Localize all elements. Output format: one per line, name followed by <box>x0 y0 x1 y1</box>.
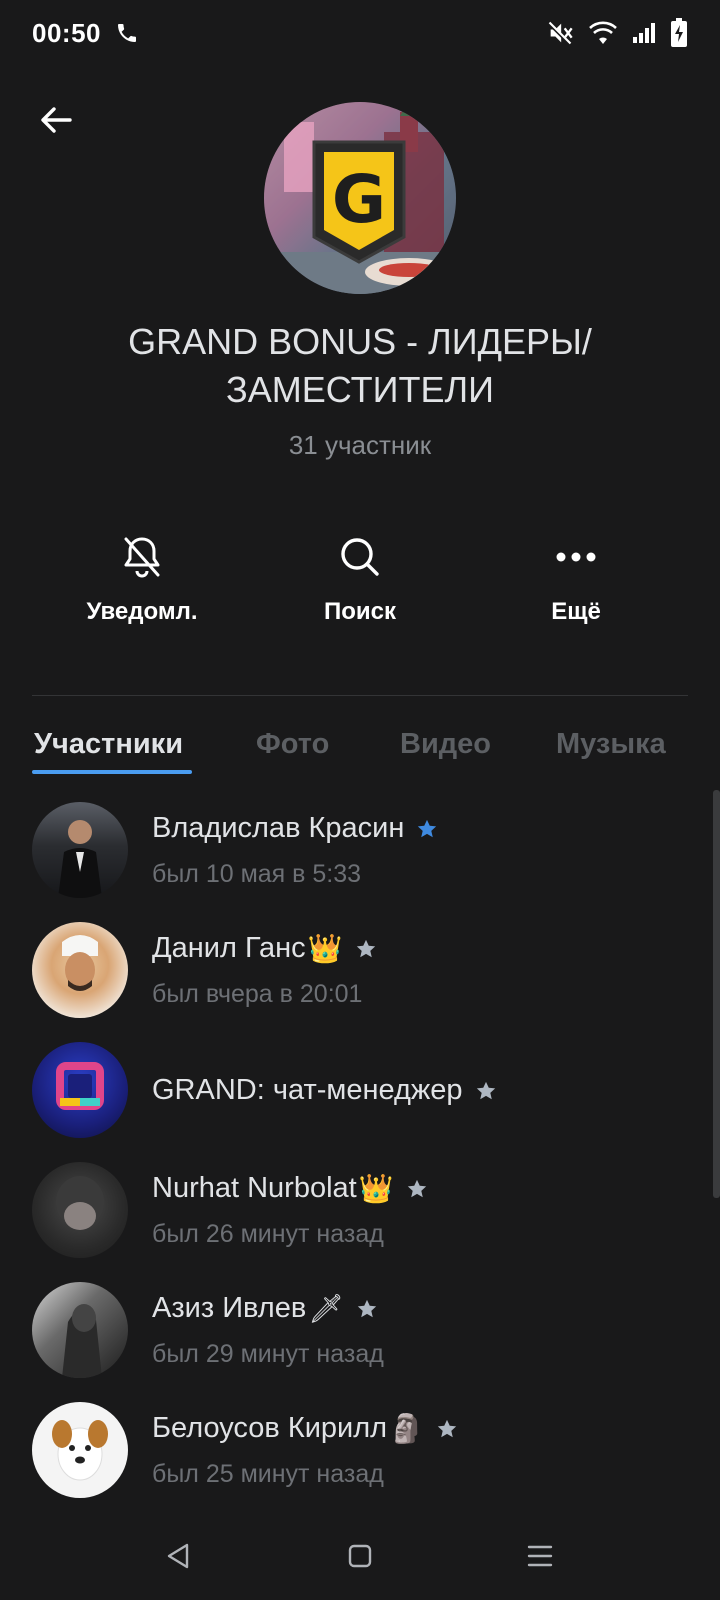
member-status: был 10 мая в 5:33 <box>152 860 362 888</box>
list-item[interactable]: Nurhat Nurbolat 👑 был 26 минут назад <box>0 1162 700 1282</box>
group-avatar-logo: G <box>264 102 456 294</box>
list-item[interactable]: Владислав Красин был 10 мая в 5:33 <box>0 802 700 922</box>
avatar <box>32 1402 128 1498</box>
tab-bar: Участники Фото Видео Музыка <box>0 720 720 776</box>
avatar <box>32 1162 128 1258</box>
moai-emoji: 🗿 <box>389 1412 424 1445</box>
star-icon <box>355 938 377 960</box>
member-status: был 29 минут назад <box>152 1340 384 1368</box>
sword-emoji: 🗡 <box>308 1292 344 1325</box>
bell-off-icon <box>118 533 166 581</box>
star-icon <box>356 1298 378 1320</box>
action-bar: Уведомл. Поиск Ещё <box>0 530 720 640</box>
star-icon <box>436 1418 458 1440</box>
status-time: 00:50 <box>32 17 101 48</box>
mute-icon <box>546 19 574 47</box>
search-icon <box>336 533 384 581</box>
phone-icon <box>115 21 139 45</box>
more-button[interactable]: Ещё <box>476 530 676 640</box>
notifications-button[interactable]: Уведомл. <box>42 530 242 640</box>
avatar <box>32 802 128 898</box>
notifications-label: Уведомл. <box>86 598 198 625</box>
list-item[interactable]: GRAND: чат-менеджер <box>0 1042 700 1162</box>
crown-emoji: 👑 <box>307 932 343 965</box>
tab-photos[interactable]: Фото <box>256 728 329 761</box>
tab-music[interactable]: Музыка <box>556 728 666 761</box>
battery-charging-icon <box>670 18 688 48</box>
avatar <box>32 1042 128 1138</box>
member-status: был 26 минут назад <box>152 1220 384 1248</box>
member-name: Владислав Красин <box>152 812 405 844</box>
member-count[interactable]: 31 участник <box>0 430 720 461</box>
avatar <box>32 922 128 1018</box>
nav-back-button[interactable] <box>150 1528 206 1584</box>
avatar <box>32 1282 128 1378</box>
member-name: Белоусов Кирилл <box>152 1412 388 1444</box>
divider <box>32 695 688 696</box>
arrow-left-icon <box>36 100 76 140</box>
list-item[interactable]: Белоусов Кирилл 🗿 был 25 минут назад <box>0 1402 700 1522</box>
list-item[interactable]: Данил Ганс 👑 был вчера в 20:01 <box>0 922 700 1042</box>
group-title: GRAND BONUS - ЛИДЕРЫ/ ЗАМЕСТИТЕЛИ <box>128 321 592 410</box>
crown-emoji: 👑 <box>358 1172 394 1205</box>
group-avatar[interactable]: G <box>264 102 456 294</box>
tab-members[interactable]: Участники <box>34 728 183 761</box>
member-name: Nurhat Nurbolat <box>152 1172 357 1204</box>
nav-menu-icon <box>525 1541 555 1571</box>
wifi-icon <box>588 20 618 46</box>
system-nav-bar <box>0 1510 720 1600</box>
star-icon <box>416 818 438 840</box>
back-button[interactable] <box>32 96 80 144</box>
nav-home-icon <box>346 1542 374 1570</box>
member-name: Азиз Ивлев <box>152 1292 307 1324</box>
svg-text:G: G <box>332 161 386 238</box>
star-icon <box>475 1080 497 1102</box>
scrollbar[interactable] <box>713 790 720 1198</box>
signal-icon <box>632 21 656 45</box>
active-tab-indicator <box>32 770 192 774</box>
more-label: Ещё <box>551 598 601 625</box>
member-name: Данил Ганс <box>152 932 306 964</box>
star-icon <box>406 1178 428 1200</box>
member-status: был вчера в 20:01 <box>152 980 363 1008</box>
tab-videos[interactable]: Видео <box>400 728 491 761</box>
search-button[interactable]: Поиск <box>260 530 460 640</box>
member-name: GRAND: чат-менеджер <box>152 1074 463 1106</box>
list-item[interactable]: Азиз Ивлев 🗡 был 29 минут назад <box>0 1282 700 1402</box>
more-dots-icon <box>552 533 600 581</box>
status-bar: 00:50 <box>0 0 720 66</box>
nav-back-icon <box>163 1541 193 1571</box>
nav-home-button[interactable] <box>332 1528 388 1584</box>
nav-menu-button[interactable] <box>512 1528 568 1584</box>
search-label: Поиск <box>323 598 397 625</box>
member-status: был 25 минут назад <box>152 1460 384 1488</box>
